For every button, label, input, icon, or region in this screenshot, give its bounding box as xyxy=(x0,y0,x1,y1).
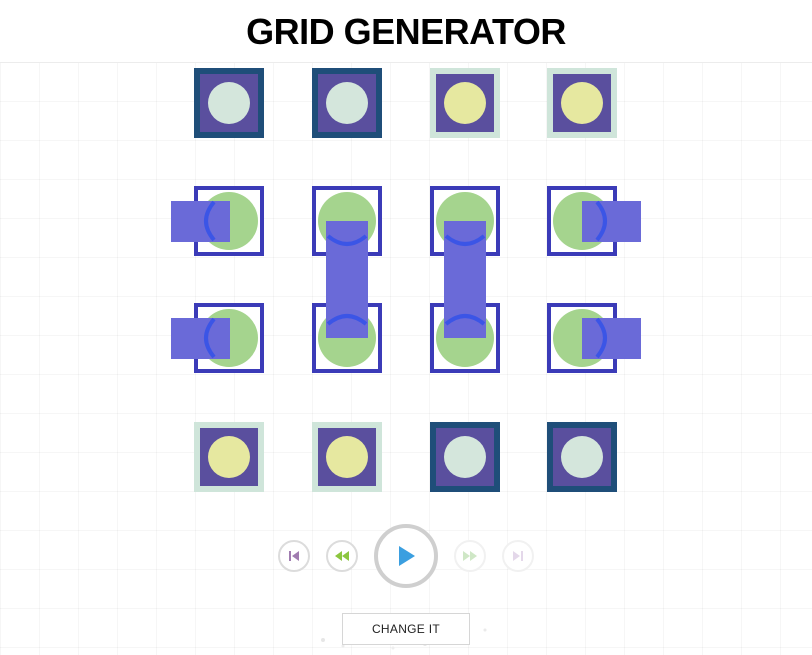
change-it-button[interactable]: CHANGE IT xyxy=(342,613,470,645)
skip-forward-button[interactable] xyxy=(502,540,534,572)
grid-tile-circle xyxy=(208,82,250,124)
side-connector xyxy=(171,318,230,359)
play-button[interactable] xyxy=(374,524,438,588)
playback-controls xyxy=(0,523,812,589)
fast-forward-icon xyxy=(463,551,477,561)
skip-back-icon xyxy=(289,551,299,561)
rewind-button[interactable] xyxy=(326,540,358,572)
page: GRID GENERATOR CHANGE IT xyxy=(0,0,812,655)
fast-forward-button[interactable] xyxy=(454,540,486,572)
rewind-icon xyxy=(335,551,349,561)
grid-tile-circle xyxy=(208,436,250,478)
grid-tile-circle xyxy=(561,436,603,478)
side-connector xyxy=(582,201,641,242)
grid-tile-circle xyxy=(326,82,368,124)
grid-tile-circle xyxy=(326,436,368,478)
side-connector xyxy=(582,318,641,359)
skip-forward-icon xyxy=(513,551,523,561)
grid-tile-circle xyxy=(444,436,486,478)
skip-back-button[interactable] xyxy=(278,540,310,572)
grid-tile-circle xyxy=(444,82,486,124)
grid-tile-circle xyxy=(561,82,603,124)
play-icon xyxy=(399,546,415,566)
side-connector xyxy=(171,201,230,242)
